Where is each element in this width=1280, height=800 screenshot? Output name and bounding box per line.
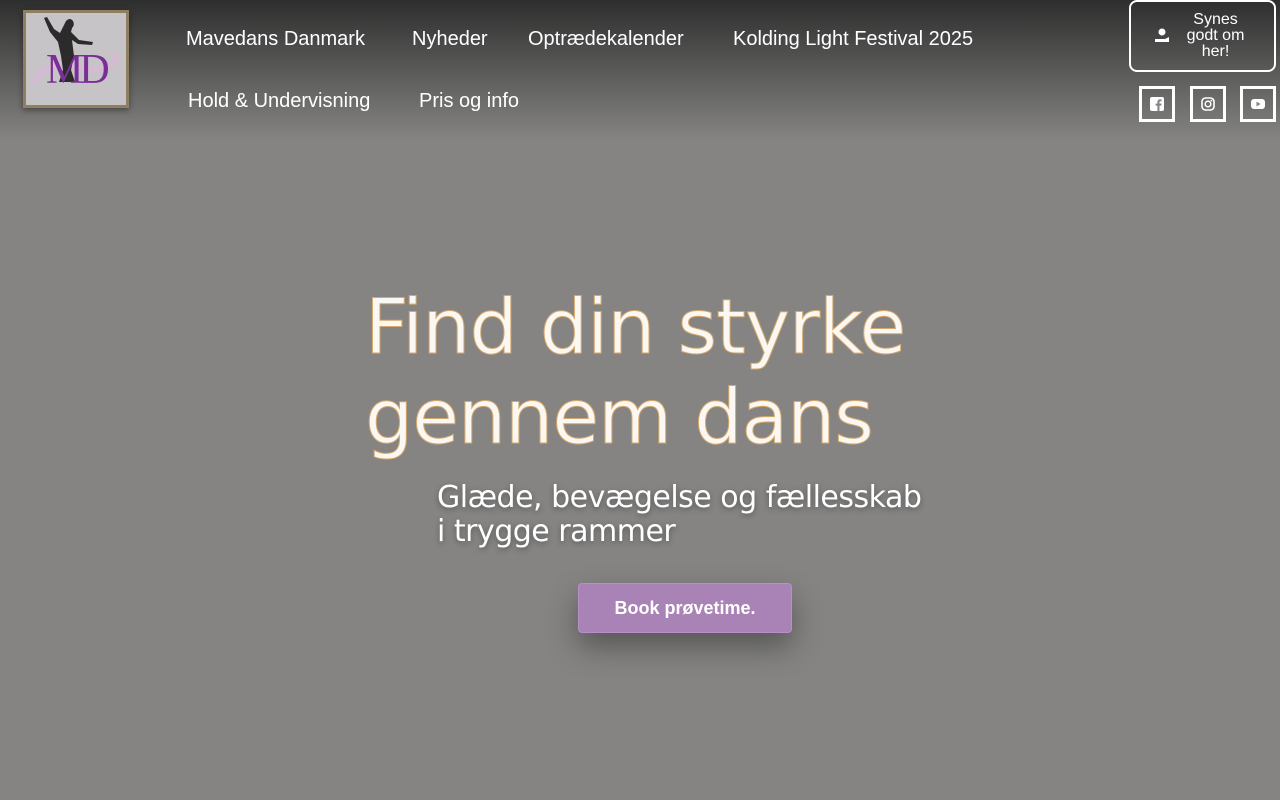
hero-title: Find din styrke gennem dans xyxy=(365,282,1005,462)
logo-text: MD xyxy=(46,47,110,93)
youtube-icon xyxy=(1251,99,1265,109)
hero-title-line-2: gennem dans xyxy=(365,372,875,462)
hero-subtitle-line-2: i trygge rammer xyxy=(437,514,676,549)
youtube-link[interactable] xyxy=(1240,86,1276,122)
nav-item-nyheder[interactable]: Nyheder xyxy=(412,28,488,51)
facebook-icon xyxy=(1150,97,1164,111)
hand-heart-icon xyxy=(1154,28,1169,42)
nav-item-kolding-light-festival[interactable]: Kolding Light Festival 2025 xyxy=(733,28,973,51)
instagram-icon xyxy=(1201,97,1215,111)
hero-title-line-1: Find din styrke xyxy=(365,282,907,372)
like-us-button[interactable]: Synes godt om her! xyxy=(1129,0,1276,72)
book-trial-button[interactable]: Book prøvetime. xyxy=(578,583,792,633)
nav-item-optraedekalender[interactable]: Optrædekalender xyxy=(528,28,684,51)
header-background xyxy=(0,0,1280,140)
instagram-link[interactable] xyxy=(1190,86,1226,122)
facebook-link[interactable] xyxy=(1139,86,1175,122)
hero-subtitle-line-1: Glæde, bevægelse og fællesskab xyxy=(437,480,922,515)
hero-subtitle: Glæde, bevægelse og fællesskab i trygge … xyxy=(437,481,977,549)
nav-item-pris-og-info[interactable]: Pris og info xyxy=(419,90,519,113)
nav-item-mavedans-danmark[interactable]: Mavedans Danmark xyxy=(186,28,365,51)
site-logo[interactable]: MD xyxy=(23,10,129,108)
like-us-label: Synes godt om her! xyxy=(1186,11,1245,60)
nav-item-hold-undervisning[interactable]: Hold & Undervisning xyxy=(188,90,370,113)
